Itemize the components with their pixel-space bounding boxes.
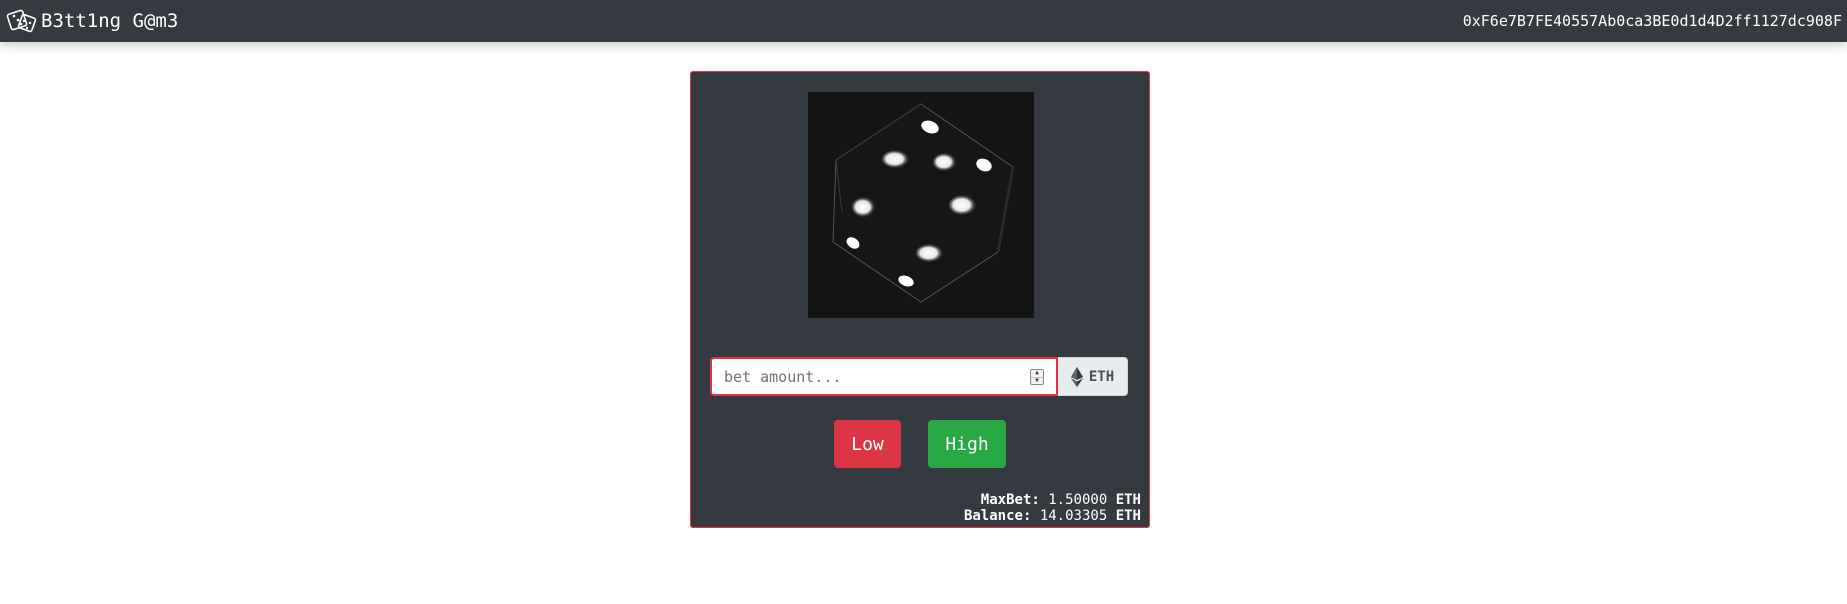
max-bet-line: MaxBet: 1.50000 ETH	[964, 492, 1141, 508]
bet-input-wrapper: ▲ ▼	[710, 357, 1058, 396]
bet-input-group: ▲ ▼ ETH	[710, 357, 1130, 396]
brand[interactable]: B3tt1ng G@m3	[5, 4, 178, 38]
balance-line: Balance: 14.03305 ETH	[964, 508, 1141, 524]
max-bet-label: MaxBet:	[980, 492, 1040, 508]
number-spinner[interactable]: ▲ ▼	[1030, 369, 1044, 385]
dice-icon	[6, 9, 37, 33]
balance-label: Balance:	[963, 508, 1032, 524]
currency-label: ETH	[1088, 368, 1115, 385]
navbar: B3tt1ng G@m3 0xF6e7B7FE40557Ab0ca3BE0d1d…	[0, 0, 1847, 42]
max-bet-value: 1.50000	[1048, 492, 1108, 508]
app-title: B3tt1ng G@m3	[41, 10, 179, 32]
ethereum-icon	[1070, 366, 1083, 387]
bet-stats: MaxBet: 1.50000 ETH Balance: 14.03305 ET…	[964, 492, 1141, 524]
bet-low-button[interactable]: Low	[834, 420, 901, 468]
decrement-icon[interactable]: ▼	[1031, 376, 1043, 385]
balance-value: 14.03305	[1039, 508, 1108, 524]
max-bet-unit: ETH	[1115, 492, 1141, 508]
bet-high-button[interactable]: High	[928, 420, 1006, 468]
betting-card: ▲ ▼ ETH Low High MaxBet: 1.50000 ETH Bal…	[690, 71, 1150, 528]
bet-amount-input[interactable]	[712, 359, 1056, 394]
wallet-address: 0xF6e7B7FE40557Ab0ca3BE0d1d4D2ff1127dc90…	[1462, 12, 1842, 30]
currency-addon: ETH	[1058, 357, 1128, 396]
balance-unit: ETH	[1115, 508, 1141, 524]
dice-image	[808, 92, 1034, 318]
